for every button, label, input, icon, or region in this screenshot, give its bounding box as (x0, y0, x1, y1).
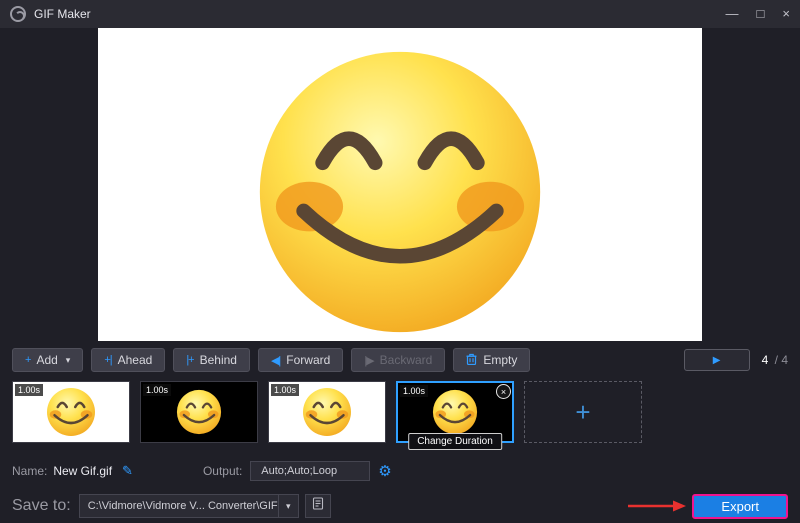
name-label: Name: (12, 464, 47, 478)
backward-label: Backward (380, 353, 433, 367)
backward-icon: |▶ (364, 354, 373, 367)
trash-icon (466, 353, 477, 368)
save-path-value: C:\Vidmore\Vidmore V... Converter\GIF Ma… (80, 495, 278, 517)
forward-label: Forward (286, 353, 330, 367)
preview-image (98, 28, 702, 341)
minimize-icon[interactable]: — (726, 0, 739, 28)
backward-button[interactable]: |▶ Backward (351, 348, 445, 372)
ahead-label: Ahead (118, 353, 153, 367)
add-frame-slot[interactable]: + (524, 381, 642, 443)
smiley-image (254, 46, 546, 338)
preview-area (0, 28, 800, 341)
app-logo-icon (10, 6, 26, 22)
frame-3-duration: 1.00s (271, 384, 299, 396)
change-duration-button[interactable]: Change Duration (408, 433, 502, 450)
folder-icon (311, 497, 325, 515)
behind-button[interactable]: |+ Behind (173, 348, 250, 372)
window-title: GIF Maker (34, 7, 91, 21)
save-row: Save to: C:\Vidmore\Vidmore V... Convert… (0, 493, 800, 519)
output-label: Output: (203, 464, 242, 478)
frame-counter-total: / 4 (775, 353, 788, 367)
frame-1-duration: 1.00s (15, 384, 43, 396)
frame-counter-current: 4 (762, 353, 769, 367)
frame-remove-icon[interactable]: × (496, 384, 511, 399)
behind-icon: |+ (186, 354, 193, 366)
frame-toolbar: + Add ▾ +| Ahead |+ Behind ◀| Forward |▶… (0, 348, 800, 372)
titlebar: GIF Maker — □ × (0, 0, 800, 28)
window-controls: — □ × (726, 0, 790, 28)
frame-counter: 4 / 4 (762, 353, 788, 367)
dropdown-caret-icon[interactable]: ▾ (278, 495, 298, 517)
annotation-arrow (628, 499, 686, 513)
frame-2-image (176, 389, 222, 435)
frame-1-image (46, 387, 96, 437)
empty-label: Empty (483, 353, 517, 367)
filmstrip: 1.00s 1.00s 1.00s 1.00s × Change Duratio… (0, 381, 800, 445)
gear-icon[interactable]: ⚙ (378, 462, 391, 480)
meta-row: Name: New Gif.gif ✎ Output: Auto;Auto;Lo… (0, 461, 800, 481)
export-button[interactable]: Export (692, 494, 788, 519)
save-to-label: Save to: (12, 497, 71, 515)
add-icon: + (25, 354, 30, 366)
playback-controls: ▶ 4 / 4 (684, 349, 788, 371)
edit-name-icon[interactable]: ✎ (122, 463, 133, 479)
output-group: Output: Auto;Auto;Loop ⚙ (203, 461, 392, 481)
gif-name-value: New Gif.gif (53, 464, 112, 478)
chevron-down-icon: ▾ (66, 355, 71, 366)
gif-maker-window: GIF Maker — □ × + Add ▾ +| Ahead |+ Behi… (0, 0, 800, 523)
frame-thumbnail-3[interactable]: 1.00s (268, 381, 386, 443)
ahead-button[interactable]: +| Ahead (91, 348, 165, 372)
save-path-dropdown[interactable]: C:\Vidmore\Vidmore V... Converter\GIF Ma… (79, 494, 299, 518)
frame-2-duration: 1.00s (143, 384, 171, 396)
frame-thumbnail-1[interactable]: 1.00s (12, 381, 130, 443)
ahead-icon: +| (104, 354, 111, 366)
frame-4-image (432, 389, 478, 435)
frame-4-duration: 1.00s (400, 385, 428, 397)
plus-icon: + (575, 397, 590, 428)
add-button[interactable]: + Add ▾ (12, 348, 83, 372)
behind-label: Behind (200, 353, 237, 367)
output-value: Auto;Auto;Loop (250, 461, 370, 481)
play-button[interactable]: ▶ (684, 349, 750, 371)
frame-3-image (302, 387, 352, 437)
close-icon[interactable]: × (782, 0, 790, 28)
empty-button[interactable]: Empty (453, 348, 530, 372)
browse-folder-button[interactable] (305, 494, 331, 518)
forward-button[interactable]: ◀| Forward (258, 348, 343, 372)
export-area: Export (628, 494, 788, 519)
frame-thumbnail-2[interactable]: 1.00s (140, 381, 258, 443)
frame-thumbnail-4[interactable]: 1.00s × Change Duration (396, 381, 514, 443)
maximize-icon[interactable]: □ (757, 0, 765, 28)
forward-icon: ◀| (271, 354, 280, 367)
add-label: Add (36, 353, 57, 367)
play-icon: ▶ (713, 355, 721, 366)
